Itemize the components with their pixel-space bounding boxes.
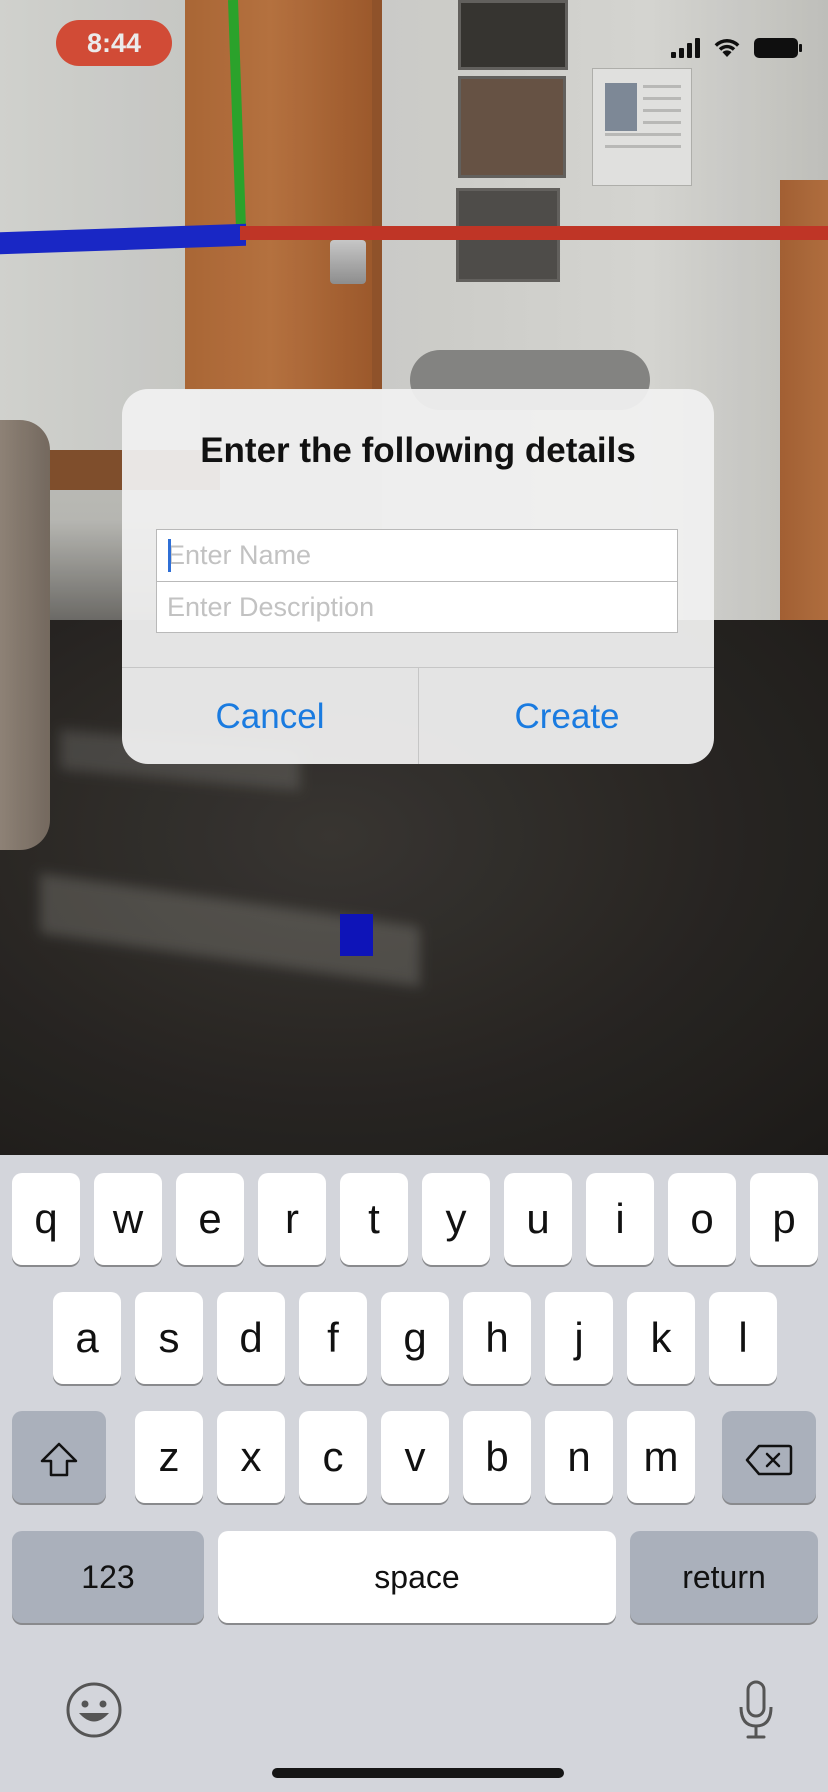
key-i[interactable]: i bbox=[586, 1173, 654, 1265]
key-q[interactable]: q bbox=[12, 1173, 80, 1265]
key-x[interactable]: x bbox=[217, 1411, 285, 1503]
emoji-button[interactable] bbox=[58, 1677, 126, 1745]
key-s[interactable]: s bbox=[135, 1292, 203, 1384]
return-key[interactable]: return bbox=[630, 1531, 818, 1623]
key-t[interactable]: t bbox=[340, 1173, 408, 1265]
microphone-icon bbox=[739, 1680, 773, 1738]
key-r[interactable]: r bbox=[258, 1173, 326, 1265]
cancel-button[interactable]: Cancel bbox=[122, 668, 418, 764]
key-p[interactable]: p bbox=[750, 1173, 818, 1265]
key-k[interactable]: k bbox=[627, 1292, 695, 1384]
key-j[interactable]: j bbox=[545, 1292, 613, 1384]
key-h[interactable]: h bbox=[463, 1292, 531, 1384]
shift-key[interactable] bbox=[12, 1411, 106, 1503]
delete-icon bbox=[745, 1444, 793, 1476]
key-w[interactable]: w bbox=[94, 1173, 162, 1265]
shift-icon bbox=[40, 1442, 78, 1477]
key-l[interactable]: l bbox=[709, 1292, 777, 1384]
key-e[interactable]: e bbox=[176, 1173, 244, 1265]
name-input[interactable] bbox=[156, 529, 678, 581]
home-indicator[interactable] bbox=[272, 1768, 564, 1778]
description-input[interactable] bbox=[156, 581, 678, 633]
keyboard-row: 123 space return bbox=[0, 1531, 828, 1623]
delete-key[interactable] bbox=[722, 1411, 816, 1503]
dictation-button[interactable] bbox=[730, 1677, 780, 1747]
numbers-key[interactable]: 123 bbox=[12, 1531, 204, 1623]
key-o[interactable]: o bbox=[668, 1173, 736, 1265]
key-a[interactable]: a bbox=[53, 1292, 121, 1384]
key-m[interactable]: m bbox=[627, 1411, 695, 1503]
key-u[interactable]: u bbox=[504, 1173, 572, 1265]
key-y[interactable]: y bbox=[422, 1173, 490, 1265]
space-key[interactable]: space bbox=[218, 1531, 616, 1623]
alert-title: Enter the following details bbox=[200, 431, 636, 470]
keyboard-row: a s d f g h j k l bbox=[0, 1292, 828, 1384]
create-button[interactable]: Create bbox=[419, 668, 714, 764]
keyboard: q w e r t y u i o p a s d f g h j k l z … bbox=[0, 1155, 828, 1792]
text-cursor bbox=[168, 539, 171, 572]
key-z[interactable]: z bbox=[135, 1411, 203, 1503]
emoji-icon bbox=[66, 1682, 122, 1737]
key-d[interactable]: d bbox=[217, 1292, 285, 1384]
key-g[interactable]: g bbox=[381, 1292, 449, 1384]
details-alert: Enter the following details Cancel Creat… bbox=[122, 389, 714, 764]
key-v[interactable]: v bbox=[381, 1411, 449, 1503]
keyboard-row: z x c v b n m bbox=[0, 1411, 828, 1503]
key-b[interactable]: b bbox=[463, 1411, 531, 1503]
key-n[interactable]: n bbox=[545, 1411, 613, 1503]
keyboard-row: q w e r t y u i o p bbox=[0, 1173, 828, 1265]
key-f[interactable]: f bbox=[299, 1292, 367, 1384]
key-c[interactable]: c bbox=[299, 1411, 367, 1503]
